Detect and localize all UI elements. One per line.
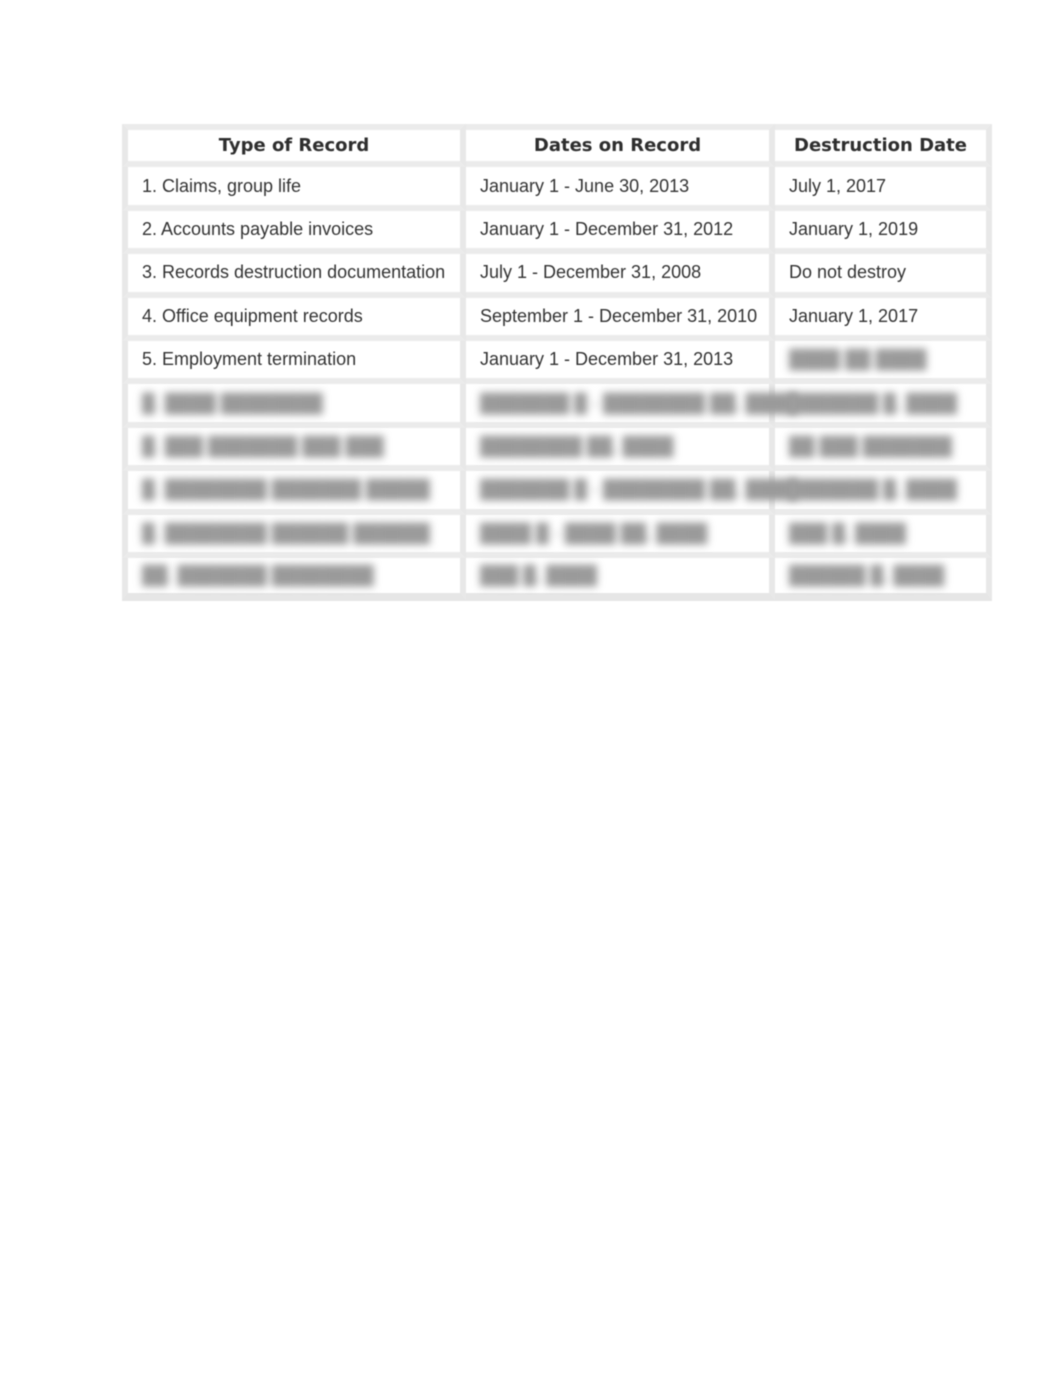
cell-dates-obscured: ███ █, ████ <box>466 557 775 602</box>
obscured-text: ███ █, ████ <box>480 565 598 586</box>
obscured-text: █. ███ ███████ ███ ███ <box>142 435 384 456</box>
header-type-of-record: Type of Record <box>122 124 466 168</box>
cell-type-obscured: █. ████ ████████ <box>122 384 466 428</box>
cell-type: 4. Office equipment records <box>122 297 466 341</box>
table-row: 1. Claims, group life January 1 - June 3… <box>122 167 992 211</box>
obscured-text: ██████ █, ████ <box>789 565 945 586</box>
cell-dates: September 1 - December 31, 2010 <box>466 297 775 341</box>
table-header-row: Type of Record Dates on Record Destructi… <box>122 124 992 168</box>
cell-destruction: January 1, 2017 <box>775 297 992 341</box>
header-dates-on-record: Dates on Record <box>466 124 775 168</box>
cell-type: 5. Employment termination <box>122 340 466 385</box>
obscured-text: ███████ █ - ████████ ██, ████ <box>480 392 797 413</box>
table-row: 4. Office equipment records September 1 … <box>122 297 992 341</box>
cell-dates-obscured: ████████ ██, ████ <box>466 427 775 472</box>
table-row: 5. Employment termination January 1 - De… <box>122 340 992 385</box>
cell-type-obscured: █. ████████ ███████ █████ <box>122 471 466 515</box>
cell-destruction-obscured: ███████ █, ████ <box>775 471 992 515</box>
obscured-text: █. ████████ ██████ ██████ <box>142 522 430 543</box>
cell-destruction-obscured: ███████ █, ████ <box>775 384 992 428</box>
cell-destruction-obscured: ██ ███ ███████ <box>775 427 992 472</box>
obscured-text: ███ █, ████ <box>789 522 907 543</box>
table-row-obscured: █. ███ ███████ ███ ███ ████████ ██, ████… <box>122 427 992 472</box>
cell-type-obscured: ██. ███████ ████████ <box>122 557 466 602</box>
obscured-text: ███████ █, ████ <box>789 479 958 500</box>
cell-dates: January 1 - December 31, 2012 <box>466 210 775 255</box>
cell-destruction-obscured: ████ ██ ████ <box>775 340 992 385</box>
cell-type: 3. Records destruction documentation <box>122 254 466 298</box>
obscured-text: ███████ █, ████ <box>789 392 958 413</box>
table-row-obscured: █. ████████ ███████ █████ ███████ █ - ██… <box>122 471 992 515</box>
cell-destruction-obscured: ██████ █, ████ <box>775 557 992 602</box>
cell-dates-obscured: ████ █ - ████ ██, ████ <box>466 514 775 558</box>
obscured-text: █. ████ ████████ <box>142 392 323 413</box>
cell-dates-obscured: ███████ █ - ████████ ██, ████ <box>466 471 797 515</box>
cell-destruction: January 1, 2019 <box>775 210 992 255</box>
cell-dates-obscured: ███████ █ - ████████ ██, ████ <box>466 384 797 428</box>
table-row: 3. Records destruction documentation Jul… <box>122 254 992 298</box>
table-row: 2. Accounts payable invoices January 1 -… <box>122 210 992 255</box>
header-destruction-date: Destruction Date <box>775 124 992 168</box>
cell-destruction: Do not destroy <box>775 254 992 298</box>
obscured-text: ████████ ██, ████ <box>480 435 674 456</box>
cell-type-obscured: █. ███ ███████ ███ ███ <box>122 427 466 472</box>
cell-dates: July 1 - December 31, 2008 <box>466 254 775 298</box>
cell-dates: January 1 - December 31, 2013 <box>466 340 775 385</box>
table-row-obscured: █. ████ ████████ ███████ █ - ████████ ██… <box>122 384 992 428</box>
obscured-text: ████ █ - ████ ██, ████ <box>480 522 708 543</box>
cell-type: 1. Claims, group life <box>122 167 466 211</box>
cell-destruction: July 1, 2017 <box>775 167 992 211</box>
obscured-text: ████ ██ ████ <box>789 349 927 370</box>
obscured-text: █. ████████ ███████ █████ <box>142 479 430 500</box>
cell-dates: January 1 - June 30, 2013 <box>466 167 775 211</box>
cell-type-obscured: █. ████████ ██████ ██████ <box>122 514 466 558</box>
obscured-text: ███████ █ - ████████ ██, ████ <box>480 479 797 500</box>
records-retention-table: Type of Record Dates on Record Destructi… <box>122 124 992 602</box>
table-row-obscured: █. ████████ ██████ ██████ ████ █ - ████ … <box>122 514 992 558</box>
records-retention-table-container: Type of Record Dates on Record Destructi… <box>122 124 992 602</box>
table-row-obscured: ██. ███████ ████████ ███ █, ████ ██████ … <box>122 557 992 602</box>
cell-destruction-obscured: ███ █, ████ <box>775 514 992 558</box>
obscured-text: ██. ███████ ████████ <box>142 565 374 586</box>
obscured-text: ██ ███ ███████ <box>789 435 953 456</box>
cell-type: 2. Accounts payable invoices <box>122 210 466 255</box>
